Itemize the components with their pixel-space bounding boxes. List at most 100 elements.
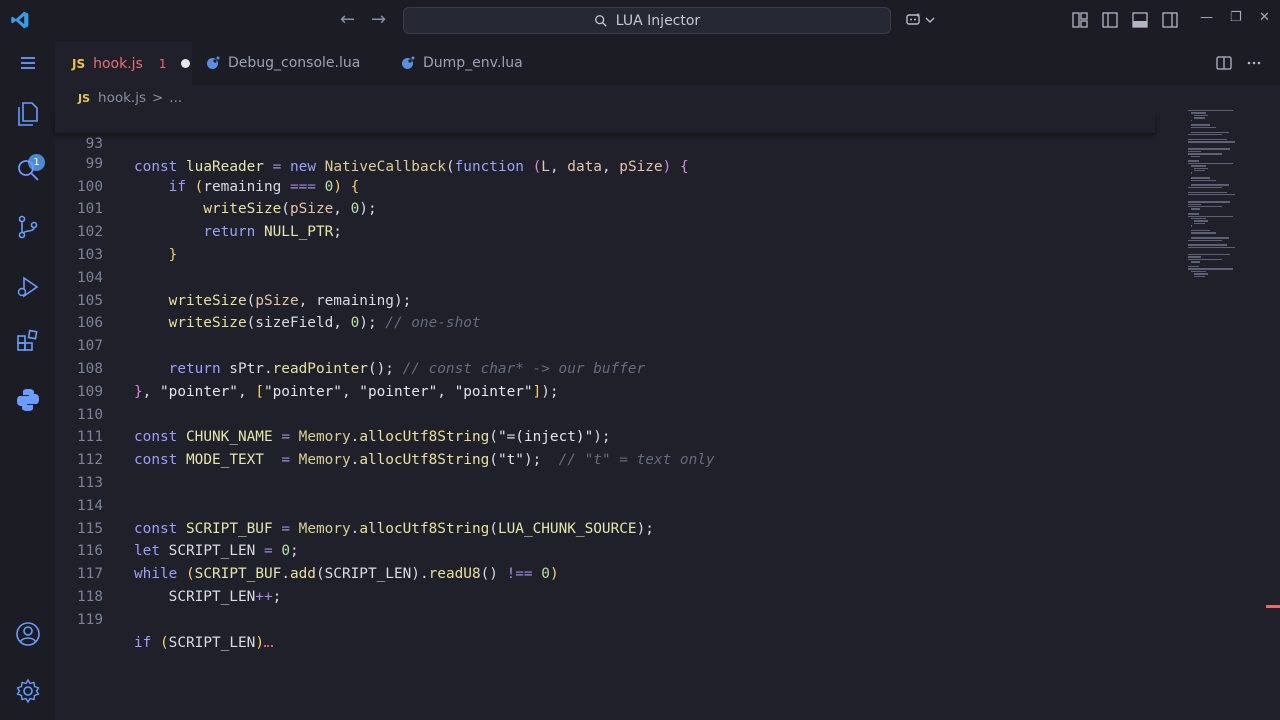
code-row[interactable]: 115 let SCRIPT_LEN = 0; — [55, 495, 1155, 560]
source-control-icon[interactable] — [14, 213, 42, 241]
code-row[interactable]: 101 return NULL_PTR; — [55, 176, 1155, 240]
minimap-line — [1190, 131, 1230, 133]
toggle-panel-icon[interactable] — [1131, 11, 1149, 29]
title-bar: ← → LUA Injector — ❐ ✕ — [0, 0, 1280, 41]
arrow-right-icon[interactable]: → — [371, 11, 386, 29]
minimap-line — [1188, 203, 1202, 205]
minimap-line — [1188, 148, 1230, 150]
search-view-icon[interactable] — [14, 156, 42, 184]
tab-hook-js[interactable]: JS hook.js 1 — [55, 41, 192, 85]
chevron-down-icon — [925, 17, 935, 23]
code-row[interactable]: 105 writeSize(sizeField, 0); // one-shot — [55, 267, 1155, 332]
code-row[interactable]: 118 — [55, 563, 1155, 605]
code-editor[interactable]: 93 const luaReader = new NativeCallback(… — [55, 110, 1185, 720]
tab-label: Dump_env.lua — [423, 55, 523, 71]
js-file-icon: JS — [78, 91, 91, 105]
search-icon — [594, 14, 607, 27]
vscode-logo-icon — [11, 11, 29, 29]
code-row[interactable]: 109 — [55, 358, 1155, 400]
more-actions-icon[interactable] — [1246, 55, 1262, 71]
run-debug-icon[interactable] — [14, 273, 42, 301]
code-row[interactable]: 99 if (remaining === 0) { — [55, 130, 1155, 195]
minimap-line — [1188, 206, 1223, 208]
minimap-line — [1188, 134, 1223, 136]
tab-debug-console-lua[interactable]: Debug_console.lua — [206, 41, 360, 85]
code-row[interactable]: 111 const MODE_TEXT = Memory.allocUtf8St… — [55, 404, 1155, 468]
code-row[interactable]: 114 const SCRIPT_BUF = Memory.allocUtf8S… — [55, 472, 1155, 537]
minimap-line — [1190, 126, 1216, 129]
minimap-line — [1188, 246, 1235, 249]
code-row[interactable]: 104 writeSize(pSize, remaining); — [55, 244, 1155, 309]
minimap-line — [1188, 138, 1227, 141]
explorer-icon[interactable] — [14, 99, 42, 127]
minimap-line — [1188, 213, 1199, 215]
code-row[interactable]: 103 — [55, 221, 1155, 263]
account-icon[interactable] — [14, 620, 42, 648]
code-row[interactable]: 102 } — [55, 198, 1155, 263]
lua-file-icon — [402, 56, 415, 69]
minimap-line — [1188, 153, 1223, 155]
breadcrumb-separator: > — [151, 90, 164, 106]
tab-label: hook.js — [93, 55, 143, 72]
command-center-search[interactable]: LUA Injector — [403, 7, 891, 34]
minimap-line — [1188, 186, 1223, 189]
code-row[interactable]: 107 return sPtr.readPointer(); // const … — [55, 312, 1155, 377]
code-row[interactable]: 110 const CHUNK_NAME = Memory.allocUtf8S… — [55, 381, 1155, 446]
unsaved-dot-icon[interactable] — [180, 59, 190, 68]
settings-gear-icon[interactable] — [14, 677, 42, 705]
code-row[interactable]: 112 — [55, 426, 1155, 468]
code-row[interactable]: 117 SCRIPT_LEN++; — [55, 540, 1155, 605]
minimap-line — [1188, 239, 1223, 241]
sticky-scroll-line[interactable]: 93 const luaReader = new NativeCallback(… — [55, 110, 1155, 175]
activity-bar: 1 — [0, 41, 55, 720]
tab-dump-env-lua[interactable]: Dump_env.lua — [401, 41, 523, 85]
minimap-line — [1190, 119, 1192, 121]
minimap-line — [1193, 167, 1208, 169]
minimap-line — [1188, 254, 1230, 256]
extensions-icon[interactable] — [14, 327, 42, 355]
code-row[interactable]: 119 if (SCRIPT_LEN) — [55, 586, 1155, 651]
menu-icon[interactable] — [14, 49, 42, 77]
breadcrumb-file[interactable]: hook.js — [98, 90, 146, 106]
lua-file-icon — [207, 56, 220, 69]
minimap-line — [1188, 244, 1227, 246]
code-row[interactable]: 108 }, "pointer", ["pointer", "pointer",… — [55, 335, 1155, 400]
minimap-line — [1188, 215, 1233, 217]
minimap-line — [1188, 266, 1199, 268]
arrow-left-icon[interactable]: ← — [340, 11, 355, 29]
minimap-line — [1190, 165, 1207, 167]
minimap-line — [1190, 112, 1207, 114]
restore-icon[interactable]: ❐ — [1230, 10, 1242, 25]
code-row[interactable]: 113 — [55, 449, 1155, 491]
minimap[interactable] — [1188, 110, 1266, 280]
minimap-line — [1190, 155, 1200, 157]
code-row[interactable]: 106 — [55, 290, 1155, 331]
editor-tab-bar: JS hook.js 1 Debug_console.lua Dump_env.… — [55, 41, 1280, 85]
minimap-line — [1193, 275, 1205, 277]
code-line: const luaReader = new NativeCallback(fun… — [134, 158, 689, 175]
copilot-button[interactable] — [905, 11, 935, 29]
python-icon[interactable] — [14, 386, 42, 414]
minimap-line — [1190, 208, 1200, 210]
breadcrumb-more[interactable]: ... — [169, 90, 182, 106]
toggle-secondary-sidebar-icon[interactable] — [1161, 11, 1179, 29]
tab-label: Debug_console.lua — [228, 55, 361, 71]
minimap-line — [1190, 232, 1216, 234]
minimap-line — [1190, 184, 1230, 186]
customize-layout-icon[interactable] — [1071, 11, 1089, 29]
minimap-line — [1188, 191, 1227, 193]
minimap-line — [1188, 150, 1202, 153]
minimap-line — [1188, 256, 1202, 258]
close-icon[interactable]: ✕ — [1259, 10, 1270, 25]
toggle-primary-sidebar-icon[interactable] — [1101, 11, 1119, 29]
breadcrumb[interactable]: JS hook.js > ... — [78, 88, 182, 108]
js-file-icon: JS — [72, 56, 86, 71]
split-editor-icon[interactable] — [1216, 55, 1232, 71]
minimap-line — [1193, 114, 1208, 117]
minimap-line — [1190, 218, 1207, 220]
minimize-icon[interactable]: — — [1200, 10, 1213, 25]
minimap-line — [1188, 194, 1235, 196]
code-row[interactable]: 116 while (SCRIPT_BUF.add(SCRIPT_LEN).re… — [55, 518, 1155, 582]
line-number: 119 — [77, 611, 103, 628]
minimap-line — [1188, 110, 1233, 112]
